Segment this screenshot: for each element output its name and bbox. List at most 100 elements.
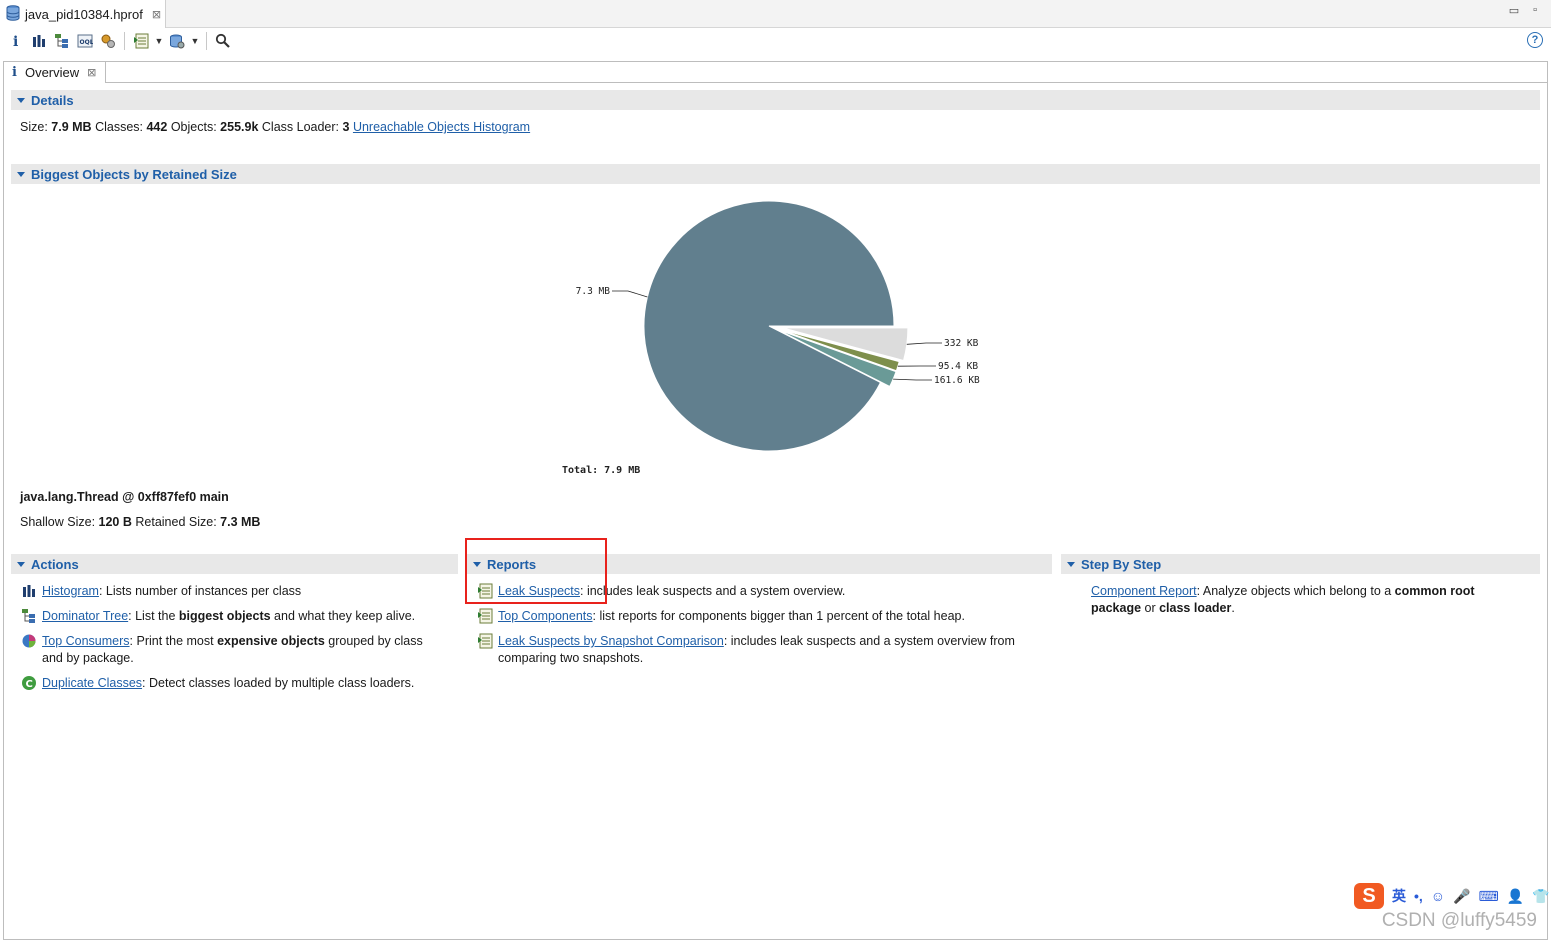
collapse-triangle-icon [17, 97, 25, 103]
punctuation-icon[interactable]: •, [1414, 888, 1423, 904]
microphone-icon[interactable]: 🎤 [1453, 888, 1470, 905]
list-item: Leak Suspects by Snapshot Comparison: in… [477, 633, 1047, 667]
objects-label: Objects: [170, 120, 217, 134]
tab-overview-label: Overview [24, 65, 80, 80]
selected-object-sizes: Shallow Size: 120 B Retained Size: 7.3 M… [20, 515, 260, 529]
top-components-description: : list reports for components bigger tha… [592, 609, 965, 623]
tab-underline [106, 82, 1548, 83]
histogram-icon [21, 583, 37, 599]
svg-text:C: C [26, 679, 33, 690]
run-report-icon[interactable] [131, 31, 151, 51]
toolbar: i OQL ▼ ▼ ? [0, 28, 1551, 54]
class-loader-value: 3 [342, 120, 350, 134]
top-consumers-link[interactable]: Top Consumers [42, 634, 130, 648]
details-header-label: Details [31, 92, 74, 108]
actions-header-label: Actions [31, 556, 79, 572]
pie-slice-label: 7.3 MB [576, 286, 611, 297]
shallow-size-label: Shallow Size: [20, 515, 96, 529]
emoji-icon[interactable]: ☺ [1431, 888, 1445, 904]
pie-leader-line [906, 342, 942, 345]
dominator-description-end: and what they keep alive. [270, 609, 416, 623]
chevron-down-icon[interactable]: ▼ [154, 36, 164, 46]
tab-overview[interactable]: i Overview ⊠ [3, 61, 106, 83]
histogram-description: : Lists number of instances per class [98, 584, 302, 598]
collapse-triangle-icon [1067, 561, 1075, 567]
ime-language-toggle[interactable]: 英 [1392, 886, 1406, 906]
histogram-icon[interactable] [29, 31, 49, 51]
gears-icon[interactable] [98, 31, 118, 51]
details-summary: Size: 7.9 MB Classes: 442 Objects: 255.9… [20, 120, 530, 134]
top-consumers-description: : Print the most [129, 634, 218, 648]
top-consumers-description-bold: expensive objects [217, 634, 325, 648]
retained-size-value: 7.3 MB [220, 515, 261, 529]
retained-size-label: Retained Size: [135, 515, 217, 529]
step-by-step-header-label: Step By Step [1081, 556, 1162, 572]
keyboard-icon[interactable]: ⌨ [1479, 888, 1499, 905]
unreachable-objects-histogram-link[interactable]: Unreachable Objects Histogram [353, 120, 530, 134]
list-item: Top Consumers: Print the most expensive … [21, 633, 446, 667]
svg-text:OQL: OQL [80, 39, 94, 46]
maximize-button[interactable]: ▫ [1533, 4, 1537, 17]
biggest-objects-header-label: Biggest Objects by Retained Size [31, 166, 237, 182]
objects-value: 255.9k [220, 120, 259, 134]
run-report-icon [477, 633, 493, 649]
component-report-link[interactable]: Component Report [1091, 584, 1197, 598]
pie-total-label: Total: 7.9 MB [562, 465, 640, 476]
details-section-header[interactable]: Details [11, 90, 1540, 110]
pie-slice[interactable] [643, 200, 895, 452]
duplicate-classes-link[interactable]: Duplicate Classes [42, 676, 142, 690]
highlight-annotation [465, 538, 607, 604]
duplicate-classes-description: : Detect classes loaded by multiple clas… [142, 676, 415, 690]
editor-tab-title: java_pid10384.hprof [25, 6, 143, 22]
heap-dump-icon[interactable] [167, 31, 187, 51]
leak-suspects-description: : includes leak suspects and a system ov… [580, 584, 846, 598]
pie-slice-label: 332 KB [944, 338, 979, 349]
component-report-bold-2: class loader [1159, 601, 1232, 615]
pie-leader-line [893, 378, 932, 381]
close-icon[interactable]: ⊠ [87, 66, 96, 79]
histogram-link[interactable]: Histogram [42, 584, 99, 598]
ime-toolbar: S 英 •, ☺ 🎤 ⌨ 👤 👕 [1354, 883, 1550, 909]
toolbar-separator [124, 32, 125, 50]
actions-list: Histogram: Lists number of instances per… [21, 583, 446, 700]
biggest-objects-section-header[interactable]: Biggest Objects by Retained Size [11, 164, 1540, 184]
shallow-size-value: 120 B [98, 515, 132, 529]
dominator-tree-icon[interactable] [52, 31, 72, 51]
collapse-triangle-icon [17, 171, 25, 177]
retained-size-pie-chart[interactable]: 7.3 MB 332 KB 95.4 KB 161.6 KB Total: 7.9 M… [540, 190, 1010, 480]
watermark: CSDN @luffy5459 [1381, 910, 1537, 931]
component-report-description-3: . [1231, 601, 1235, 615]
oql-icon[interactable]: OQL [75, 31, 95, 51]
pie-leader-line [612, 290, 648, 298]
list-item: C Duplicate Classes: Detect classes load… [21, 675, 446, 692]
actions-section-header[interactable]: Actions [11, 554, 458, 574]
editor-tabbar: java_pid10384.hprof ⊠ ▭ ▫ [0, 0, 1551, 28]
classes-label: Classes: [95, 120, 143, 134]
list-item: Component Report: Analyze objects which … [1091, 583, 1521, 617]
help-icon[interactable]: ? [1527, 32, 1543, 48]
leak-suspects-comparison-link[interactable]: Leak Suspects by Snapshot Comparison [498, 634, 724, 648]
info-icon: i [12, 65, 17, 80]
editor-tab-hprof[interactable]: java_pid10384.hprof ⊠ [0, 0, 166, 28]
duplicate-classes-icon: C [21, 675, 37, 691]
component-report-description: : Analyze objects which belong to a [1196, 584, 1395, 598]
skin-icon[interactable]: 👕 [1532, 888, 1549, 905]
dominator-description-bold: biggest objects [178, 609, 271, 623]
svg-text:i: i [13, 34, 18, 49]
info-icon[interactable]: i [6, 31, 26, 51]
dominator-description: : List the [128, 609, 179, 623]
dominator-tree-link[interactable]: Dominator Tree [42, 609, 128, 623]
step-by-step-section-header[interactable]: Step By Step [1061, 554, 1540, 574]
sogou-logo-icon[interactable]: S [1354, 883, 1384, 909]
pie-slice-label: 161.6 KB [934, 375, 980, 386]
chevron-down-icon[interactable]: ▼ [190, 36, 200, 46]
search-icon[interactable] [213, 31, 233, 51]
selected-object-title: java.lang.Thread @ 0xff87fef0 main [20, 490, 229, 504]
minimize-button[interactable]: ▭ [1509, 4, 1519, 17]
user-icon[interactable]: 👤 [1507, 888, 1524, 905]
close-icon[interactable]: ⊠ [152, 8, 161, 21]
top-consumers-icon [21, 633, 37, 649]
dominator-tree-icon [21, 608, 37, 624]
top-components-link[interactable]: Top Components [498, 609, 593, 623]
class-loader-label: Class Loader: [261, 120, 340, 134]
